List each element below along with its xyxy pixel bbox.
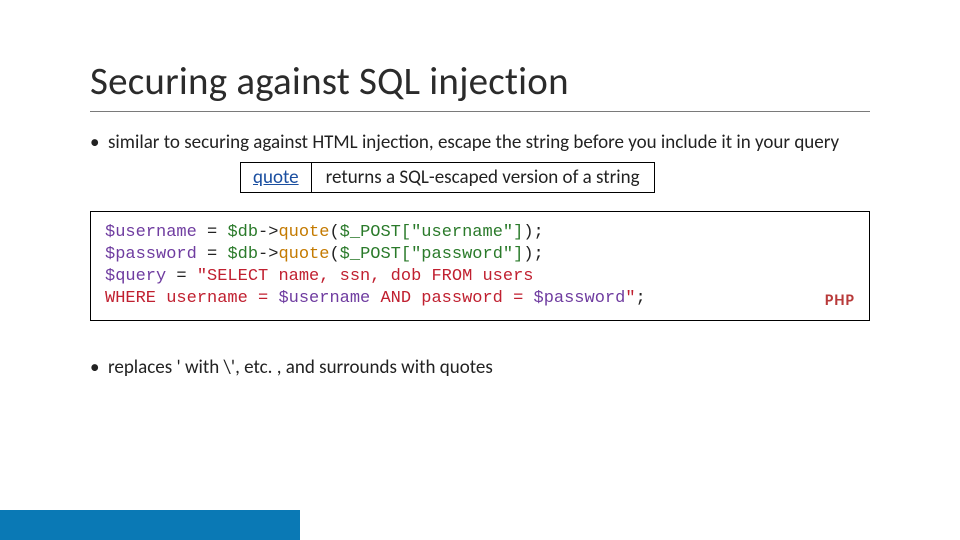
code-token: ); <box>523 223 543 242</box>
code-token: ["username"] <box>401 223 523 242</box>
bullet-item: • similar to securing against HTML injec… <box>90 130 870 156</box>
code-token: quote <box>278 223 329 242</box>
code-token: = <box>197 245 228 264</box>
bullet-dot: • <box>90 130 108 156</box>
code-token: -> <box>258 223 278 242</box>
footer-accent-bar <box>0 510 300 540</box>
code-token: ); <box>523 245 543 264</box>
code-token: $password <box>534 289 626 308</box>
code-token: WHERE username = <box>105 289 278 308</box>
code-token: $db <box>227 245 258 264</box>
code-token: $username <box>278 289 370 308</box>
code-token: AND password = <box>370 289 533 308</box>
code-token: = <box>166 267 197 286</box>
code-token: $_POST <box>340 245 401 264</box>
code-token: " <box>625 289 635 308</box>
language-tag: PHP <box>825 291 855 312</box>
bullet-text: replaces ' with \', etc. , and surrounds… <box>108 355 870 381</box>
slide: Securing against SQL injection • similar… <box>0 0 960 540</box>
code-token: $password <box>105 245 197 264</box>
code-token: ; <box>636 289 646 308</box>
code-token: ["password"] <box>401 245 523 264</box>
bullet-list-2: • replaces ' with \', etc. , and surroun… <box>90 355 870 381</box>
bullet-dot: • <box>90 355 108 381</box>
fn-desc: returns a SQL-escaped version of a strin… <box>326 166 640 189</box>
code-token: = <box>197 223 228 242</box>
code-token: $_POST <box>340 223 401 242</box>
fn-desc-cell: returns a SQL-escaped version of a strin… <box>311 162 654 192</box>
code-token: $db <box>227 223 258 242</box>
fn-name: quote <box>253 166 299 189</box>
code-token: quote <box>278 245 329 264</box>
code-token: ( <box>329 245 339 264</box>
fn-name-cell[interactable]: quote <box>241 162 312 192</box>
code-token: ( <box>329 223 339 242</box>
code-block: $username = $db->quote($_POST["username"… <box>90 211 870 321</box>
table-row: quote returns a SQL-escaped version of a… <box>241 162 655 192</box>
code-token: $username <box>105 223 197 242</box>
bullet-item: • replaces ' with \', etc. , and surroun… <box>90 355 870 381</box>
code-token: -> <box>258 245 278 264</box>
code-token: "SELECT name, ssn, dob FROM users <box>197 267 534 286</box>
function-table: quote returns a SQL-escaped version of a… <box>240 162 655 193</box>
bullet-list-1: • similar to securing against HTML injec… <box>90 130 870 156</box>
code-token: $query <box>105 267 166 286</box>
slide-title: Securing against SQL injection <box>90 58 870 112</box>
bullet-text: similar to securing against HTML injecti… <box>108 130 870 156</box>
